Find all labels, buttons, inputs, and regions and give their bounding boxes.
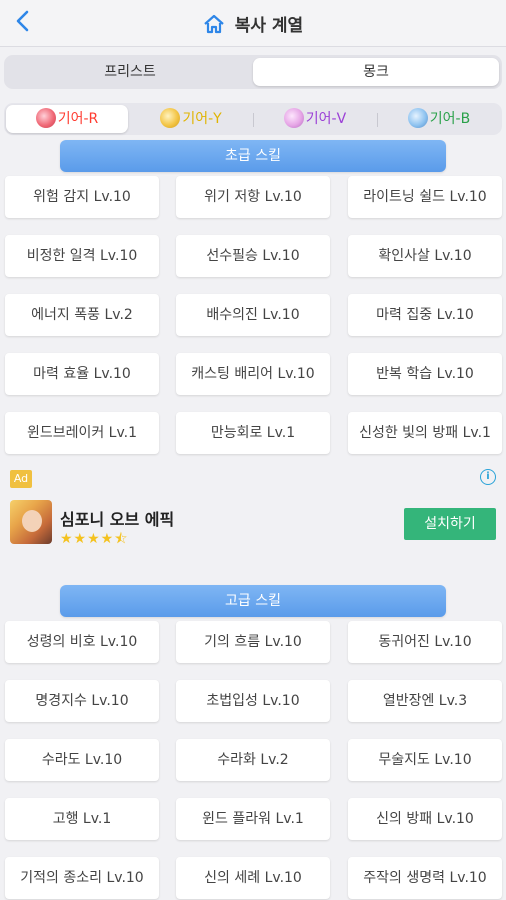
skill-button[interactable]: 윈드 플라워 Lv.1	[176, 798, 330, 840]
page-title: 복사 계열	[0, 11, 506, 36]
header-bar: 복사 계열	[0, 0, 506, 47]
ad-app-icon[interactable]	[10, 500, 52, 544]
skill-button[interactable]: 배수의진 Lv.10	[176, 294, 330, 336]
skill-button[interactable]: 고행 Lv.1	[5, 798, 159, 840]
tab-monk[interactable]: 몽크	[253, 58, 499, 86]
tab-priest[interactable]: 프리스트	[7, 58, 253, 86]
tab-gear-b[interactable]: 기어-B	[378, 105, 500, 133]
basic-skills-header: 초급 스킬	[60, 140, 446, 172]
skill-button[interactable]: 라이트닝 쉴드 Lv.10	[348, 176, 502, 218]
skill-button[interactable]: 반복 학습 Lv.10	[348, 353, 502, 395]
skill-button[interactable]: 마력 집중 Lv.10	[348, 294, 502, 336]
home-icon	[203, 14, 235, 36]
skill-button[interactable]: 윈드브레이커 Lv.1	[5, 412, 159, 454]
skill-button[interactable]: 무술지도 Lv.10	[348, 739, 502, 781]
skill-button[interactable]: 주작의 생명력 Lv.10	[348, 857, 502, 899]
ad-title[interactable]: 심포니 오브 에픽	[60, 506, 174, 530]
skill-button[interactable]: 기적의 종소리 Lv.10	[5, 857, 159, 899]
skill-button[interactable]: 비정한 일격 Lv.10	[5, 235, 159, 277]
skill-button[interactable]: 신성한 빛의 방패 Lv.1	[348, 412, 502, 454]
skill-button[interactable]: 신의 방패 Lv.10	[348, 798, 502, 840]
skill-button[interactable]: 열반장엔 Lv.3	[348, 680, 502, 722]
skill-button[interactable]: 에너지 폭풍 Lv.2	[5, 294, 159, 336]
ad-rating-stars: ★★★★⯪	[60, 531, 129, 547]
gem-blue-icon	[407, 108, 428, 128]
skill-button[interactable]: 만능회로 Lv.1	[176, 412, 330, 454]
skill-button[interactable]: 캐스팅 배리어 Lv.10	[176, 353, 330, 395]
skill-button[interactable]: 확인사살 Lv.10	[348, 235, 502, 277]
skill-button[interactable]: 수라화 Lv.2	[176, 739, 330, 781]
info-icon[interactable]: i	[480, 469, 496, 485]
skill-button[interactable]: 수라도 Lv.10	[5, 739, 159, 781]
skill-button[interactable]: 신의 세례 Lv.10	[176, 857, 330, 899]
gem-violet-icon	[283, 108, 304, 128]
gem-red-icon	[35, 108, 56, 128]
ad-banner[interactable]: Ad i 심포니 오브 에픽 ★★★★⯪ 설치하기	[0, 462, 506, 572]
skill-button[interactable]: 선수필승 Lv.10	[176, 235, 330, 277]
class-segmented-control: 프리스트 몽크	[4, 55, 502, 89]
advanced-skills-header: 고급 스킬	[60, 585, 446, 617]
page-title-text: 복사 계열	[234, 16, 304, 36]
skill-button[interactable]: 위험 감지 Lv.10	[5, 176, 159, 218]
ad-badge: Ad	[10, 470, 32, 488]
tab-gear-y[interactable]: 기어-Y	[130, 105, 254, 133]
tab-gear-r[interactable]: 기어-R	[6, 105, 128, 133]
skill-button[interactable]: 위기 저항 Lv.10	[176, 176, 330, 218]
gear-tabs: 기어-R 기어-Y 기어-V 기어-B	[4, 103, 502, 135]
skill-button[interactable]: 마력 효율 Lv.10	[5, 353, 159, 395]
skill-button[interactable]: 초법입성 Lv.10	[176, 680, 330, 722]
gem-yellow-icon	[160, 108, 181, 128]
skill-button[interactable]: 성령의 비호 Lv.10	[5, 621, 159, 663]
skill-button[interactable]: 동귀어진 Lv.10	[348, 621, 502, 663]
tab-gear-v[interactable]: 기어-V	[254, 105, 378, 133]
skill-button[interactable]: 기의 흐름 Lv.10	[176, 621, 330, 663]
skill-button[interactable]: 명경지수 Lv.10	[5, 680, 159, 722]
install-button[interactable]: 설치하기	[404, 508, 496, 540]
